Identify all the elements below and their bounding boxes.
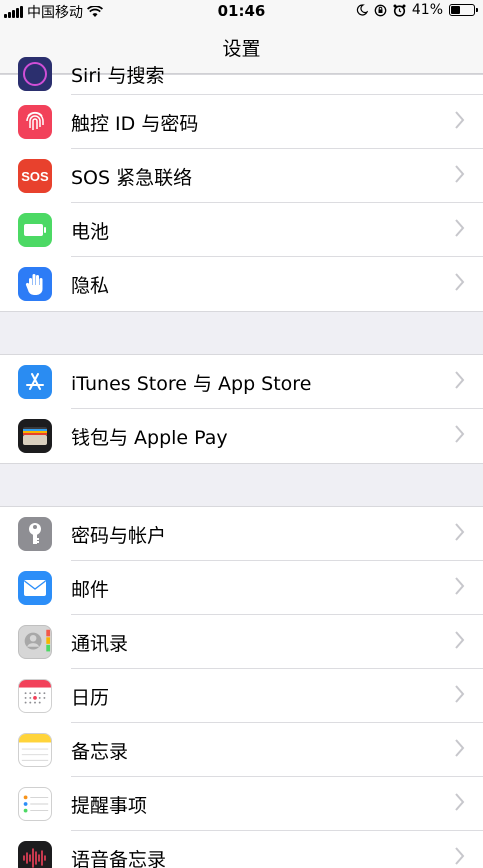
sos-icon-text: SOS [21, 168, 49, 184]
settings-group-apps: 密码与帐户 邮件 通讯录 日历 备忘录 提醒事项 语音备忘录 [0, 506, 483, 868]
settings-row-label: 钱包与 Apple Pay [71, 426, 228, 449]
battery-icon [18, 213, 52, 247]
settings-row-label: 语音备忘录 [71, 848, 167, 868]
fingerprint-icon [18, 105, 52, 139]
settings-row-label: 触控 ID 与密码 [71, 112, 199, 135]
status-right: 41% [356, 2, 478, 18]
settings-row-siri[interactable]: Siri 与搜索 [0, 57, 483, 95]
notes-icon [18, 733, 52, 767]
chevron-right-icon [455, 165, 465, 183]
chevron-right-icon [455, 739, 465, 757]
settings-row-label: 邮件 [71, 578, 110, 601]
settings-group-security: Siri 与搜索 触控 ID 与密码 SOS SOS 紧急联络 电池 隐私 [0, 57, 483, 312]
page-title: 设置 [222, 38, 261, 60]
settings-row-label: 隐私 [71, 274, 110, 297]
chevron-right-icon [455, 523, 465, 541]
key-icon [18, 517, 52, 551]
settings-row-label: 密码与帐户 [71, 524, 167, 547]
settings-row-label: 电池 [71, 220, 110, 243]
settings-row-sos[interactable]: SOS SOS 紧急联络 [0, 149, 483, 203]
chevron-right-icon [455, 219, 465, 237]
chevron-right-icon [455, 577, 465, 595]
settings-row-battery[interactable]: 电池 [0, 203, 483, 257]
settings-row-mail[interactable]: 邮件 [0, 561, 483, 615]
moon-icon [356, 4, 368, 16]
settings-row-notes[interactable]: 备忘录 [0, 723, 483, 777]
battery-level-fill [451, 6, 460, 14]
chevron-right-icon [455, 631, 465, 649]
settings-row-label: 提醒事项 [71, 794, 148, 817]
settings-list[interactable]: Siri 与搜索 触控 ID 与密码 SOS SOS 紧急联络 电池 隐私 iT… [0, 57, 483, 868]
status-bar: 中国移动 01:46 41% [0, 0, 483, 22]
settings-row-passwords[interactable]: 密码与帐户 [0, 507, 483, 561]
settings-row-label: iTunes Store 与 App Store [71, 372, 312, 395]
settings-row-voice-memos[interactable]: 语音备忘录 [0, 831, 483, 868]
alarm-icon [393, 4, 406, 17]
app-store-icon [18, 365, 52, 399]
settings-row-reminders[interactable]: 提醒事项 [0, 777, 483, 831]
chevron-right-icon [455, 371, 465, 389]
sos-icon: SOS [18, 159, 52, 193]
settings-row-label: 日历 [71, 686, 110, 709]
voice-memos-icon [18, 841, 52, 868]
wallet-icon [18, 419, 52, 453]
settings-row-privacy[interactable]: 隐私 [0, 257, 483, 311]
settings-row-touch-id[interactable]: 触控 ID 与密码 [0, 95, 483, 149]
settings-row-label: 通讯录 [71, 632, 129, 655]
contacts-icon [18, 625, 52, 659]
hand-icon [18, 267, 52, 301]
chevron-right-icon [455, 793, 465, 811]
chevron-right-icon [455, 273, 465, 291]
reminders-icon [18, 787, 52, 821]
section-spacer [0, 312, 483, 354]
rotation-lock-icon [374, 4, 387, 16]
battery-percent: 41% [411, 2, 443, 18]
settings-row-contacts[interactable]: 通讯录 [0, 615, 483, 669]
chevron-right-icon [455, 847, 465, 865]
section-spacer [0, 464, 483, 506]
settings-group-stores: iTunes Store 与 App Store 钱包与 Apple Pay [0, 354, 483, 464]
chevron-right-icon [455, 111, 465, 129]
settings-row-calendar[interactable]: 日历 [0, 669, 483, 723]
siri-icon [18, 57, 52, 91]
chevron-right-icon [455, 425, 465, 443]
chevron-right-icon [455, 685, 465, 703]
settings-row-label: 备忘录 [71, 740, 129, 763]
calendar-icon [18, 679, 52, 713]
battery-status-icon [449, 4, 478, 16]
settings-row-label: Siri 与搜索 [71, 65, 165, 87]
settings-row-label: SOS 紧急联络 [71, 166, 193, 189]
settings-row-wallet[interactable]: 钱包与 Apple Pay [0, 409, 483, 463]
mail-icon [18, 571, 52, 605]
settings-row-itunes-app-store[interactable]: iTunes Store 与 App Store [0, 355, 483, 409]
